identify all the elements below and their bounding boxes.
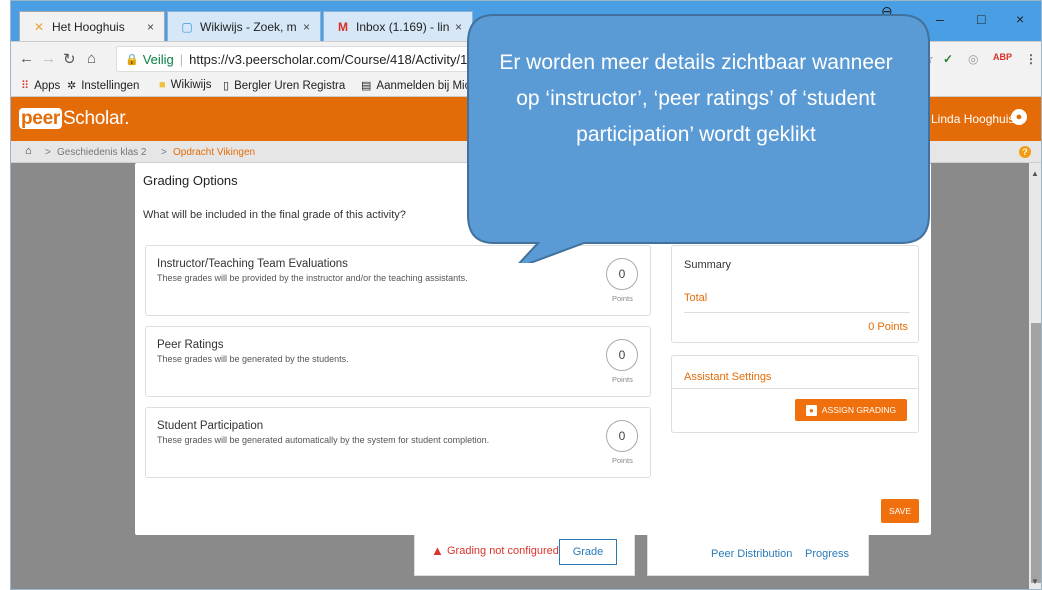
scroll-up-arrow-icon[interactable]: ▲	[1031, 169, 1039, 178]
gmail-icon: M	[338, 19, 348, 34]
warning-icon: ▲	[431, 543, 444, 558]
grade-item-description: These grades will be generated by the st…	[157, 354, 349, 364]
assign-grading-label: ASSIGN GRADING	[821, 405, 897, 415]
adblock-icon[interactable]: ABP	[993, 52, 1012, 62]
tab-close-icon[interactable]: ×	[303, 20, 310, 34]
breadcrumb-activity[interactable]: Opdracht Vikingen	[173, 147, 255, 158]
bookmark-label: Bergler Uren Registra	[234, 79, 346, 92]
extension-circle-icon[interactable]: ◎	[968, 52, 978, 66]
gear-icon: ✲	[67, 80, 77, 92]
assign-grading-button[interactable]: ● ASSIGN GRADING	[795, 399, 907, 421]
form-icon: ▤	[361, 80, 372, 92]
summary-total-points: 0 Points	[868, 321, 908, 333]
tab-het-hooghuis[interactable]: ✕ Het Hooghuis ×	[19, 11, 165, 41]
grade-item-title: Instructor/Teaching Team Evaluations	[157, 258, 348, 270]
grade-item-description: These grades will be provided by the ins…	[157, 273, 468, 283]
points-label: Points	[612, 375, 633, 384]
minimize-button[interactable]: –	[936, 11, 944, 27]
tab-label: Het Hooghuis	[52, 19, 125, 34]
bookmark-label: Aanmelden bij Micro	[376, 79, 481, 92]
points-value: 0	[606, 339, 638, 371]
divider	[672, 388, 918, 389]
back-arrow-icon[interactable]: ←	[19, 50, 34, 67]
maximize-button[interactable]: □	[977, 11, 985, 27]
reload-icon[interactable]: ↻	[63, 50, 76, 68]
wikiwijs-x-icon: ✕	[33, 19, 45, 34]
home-icon[interactable]: ⌂	[87, 50, 96, 67]
peer-distribution-link[interactable]: Peer Distribution	[711, 548, 792, 560]
lock-icon: 🔒	[125, 53, 139, 66]
points-label: Points	[612, 294, 633, 303]
bookmark-wikiwijs[interactable]: ■ Wikiwijs	[159, 79, 212, 91]
divider	[684, 312, 910, 313]
modal-title: Grading Options	[143, 173, 238, 188]
grade-button[interactable]: Grade	[559, 539, 617, 565]
scrollbar-thumb[interactable]	[1031, 323, 1041, 583]
help-icon[interactable]: ?	[1019, 146, 1031, 158]
assistant-settings-card: Assistant Settings ● ASSIGN GRADING	[671, 355, 919, 433]
url-text: https://v3.peerscholar.com/Course/418/Ac…	[189, 51, 503, 67]
breadcrumb-separator: >	[161, 147, 167, 158]
user-name[interactable]: Linda Hooghuis	[931, 112, 1014, 126]
bookmark-instellingen[interactable]: ✲ Instellingen	[67, 79, 140, 93]
bookmark-label: Wikiwijs	[170, 79, 212, 91]
assign-user-icon: ●	[805, 404, 817, 416]
points-label: Points	[612, 456, 633, 465]
save-button[interactable]: SAVE	[881, 499, 919, 523]
page-scrollbar[interactable]: ▲ ▼	[1029, 163, 1041, 589]
tab-label: Inbox (1.169) - linda	[356, 19, 449, 34]
grade-item-title: Student Participation	[157, 420, 264, 432]
points-value: 0	[606, 420, 638, 452]
grade-item-peer-ratings[interactable]: Peer Ratings These grades will be genera…	[145, 326, 651, 397]
close-window-button[interactable]: ×	[1016, 11, 1024, 27]
tab-label: Wikiwijs - Zoek, maak	[200, 19, 297, 34]
forward-arrow-icon[interactable]: →	[41, 50, 56, 67]
logo-peer: peer	[19, 108, 62, 129]
tab-close-icon[interactable]: ×	[147, 20, 154, 34]
wikiwijs-icon: ▢	[181, 19, 193, 34]
browser-window: ✕ Het Hooghuis × ▢ Wikiwijs - Zoek, maak…	[10, 0, 1042, 590]
tab-gmail[interactable]: M Inbox (1.169) - linda ×	[323, 11, 473, 41]
bookmark-label: Apps	[34, 79, 61, 92]
page-icon: ▯	[223, 80, 230, 92]
modal-question: What will be included in the final grade…	[143, 209, 406, 221]
grade-item-description: These grades will be generated automatic…	[157, 435, 490, 445]
secure-label: Veilig	[142, 51, 174, 67]
callout-text: Er worden meer details zichtbaar wanneer…	[499, 51, 893, 146]
home-icon[interactable]: ⌂	[25, 145, 32, 157]
folder-icon: ■	[159, 79, 166, 91]
assistant-settings-title: Assistant Settings	[684, 371, 772, 383]
bookmark-label: Instellingen	[81, 79, 140, 92]
bookmark-apps[interactable]: ⠿ Apps	[21, 79, 61, 93]
grade-item-student-participation[interactable]: Student Participation These grades will …	[145, 407, 651, 478]
peerscholar-logo[interactable]: peer Scholar.	[19, 108, 130, 130]
progress-link[interactable]: Progress	[805, 548, 849, 560]
tab-close-icon[interactable]: ×	[455, 20, 462, 34]
bookmark-aanmelden[interactable]: ▤ Aanmelden bij Micro	[361, 79, 481, 93]
summary-total-label: Total	[684, 292, 708, 304]
logo-rest: Scholar	[62, 108, 125, 129]
breadcrumb-course[interactable]: Geschiedenis klas 2	[57, 147, 147, 158]
breadcrumb-separator: >	[45, 147, 51, 158]
grade-item-title: Peer Ratings	[157, 339, 224, 351]
more-menu-icon[interactable]: ⋮	[1025, 52, 1037, 66]
extension-check-icon[interactable]: ✓	[943, 52, 953, 66]
scroll-down-arrow-icon[interactable]: ▼	[1031, 577, 1039, 586]
bookmark-bergler[interactable]: ▯ Bergler Uren Registra	[223, 79, 346, 93]
user-account-icon[interactable]: ●	[1011, 109, 1027, 125]
grading-warning-text: Grading not configured	[447, 545, 559, 557]
apps-icon: ⠿	[21, 80, 30, 92]
divider: |	[179, 51, 184, 67]
tab-wikiwijs[interactable]: ▢ Wikiwijs - Zoek, maak ×	[167, 11, 321, 41]
